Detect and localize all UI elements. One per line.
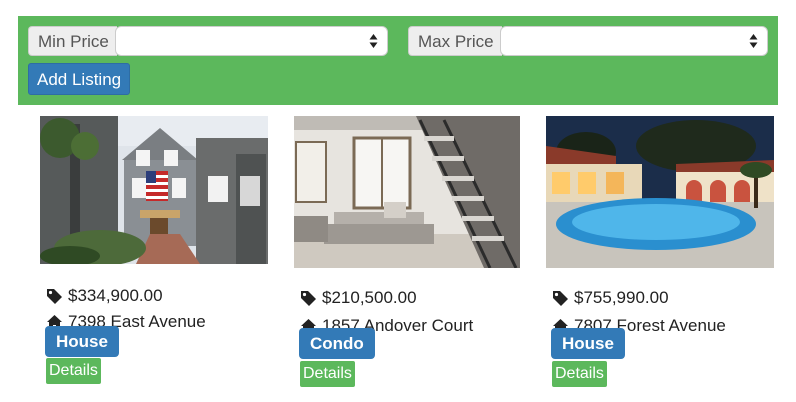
details-button[interactable]: Details <box>300 361 355 387</box>
listing-price-text: $334,900.00 <box>68 286 163 305</box>
min-price-select[interactable] <box>114 26 388 56</box>
select-arrows-icon <box>369 34 378 48</box>
select-arrows-icon <box>749 34 758 48</box>
listing-price: $210,500.00 <box>300 288 417 308</box>
property-type-badge: House <box>45 326 119 357</box>
max-price-label: Max Price <box>408 26 502 56</box>
listing-photo[interactable] <box>546 116 774 268</box>
listing-price: $755,990.00 <box>552 288 669 308</box>
listing-card: $334,900.00 7398 East Avenue House Detai… <box>40 116 270 384</box>
add-listing-button[interactable]: Add Listing <box>28 63 131 95</box>
listing-photo[interactable] <box>294 116 520 268</box>
listing-price: $334,900.00 <box>46 286 163 306</box>
max-price-select[interactable] <box>499 26 768 56</box>
listing-card: $755,990.00 7807 Forest Avenue House Det… <box>546 116 776 387</box>
min-price-label: Min Price <box>28 26 117 56</box>
tag-icon <box>301 290 316 306</box>
filter-bar: Min Price Max Price Add Listing <box>18 16 778 105</box>
property-type-badge: Condo <box>299 328 375 359</box>
tag-icon <box>47 288 62 304</box>
details-button[interactable]: Details <box>46 358 101 384</box>
tag-icon <box>553 290 568 306</box>
min-price-group: Min Price <box>28 26 388 56</box>
listing-photo[interactable] <box>40 116 268 264</box>
details-button[interactable]: Details <box>552 361 607 387</box>
max-price-group: Max Price <box>408 26 768 56</box>
listing-price-text: $755,990.00 <box>574 288 669 307</box>
listing-price-text: $210,500.00 <box>322 288 417 307</box>
property-type-badge: House <box>551 328 625 359</box>
listing-card: $210,500.00 1857 Andover Court Condo Det… <box>294 116 524 387</box>
